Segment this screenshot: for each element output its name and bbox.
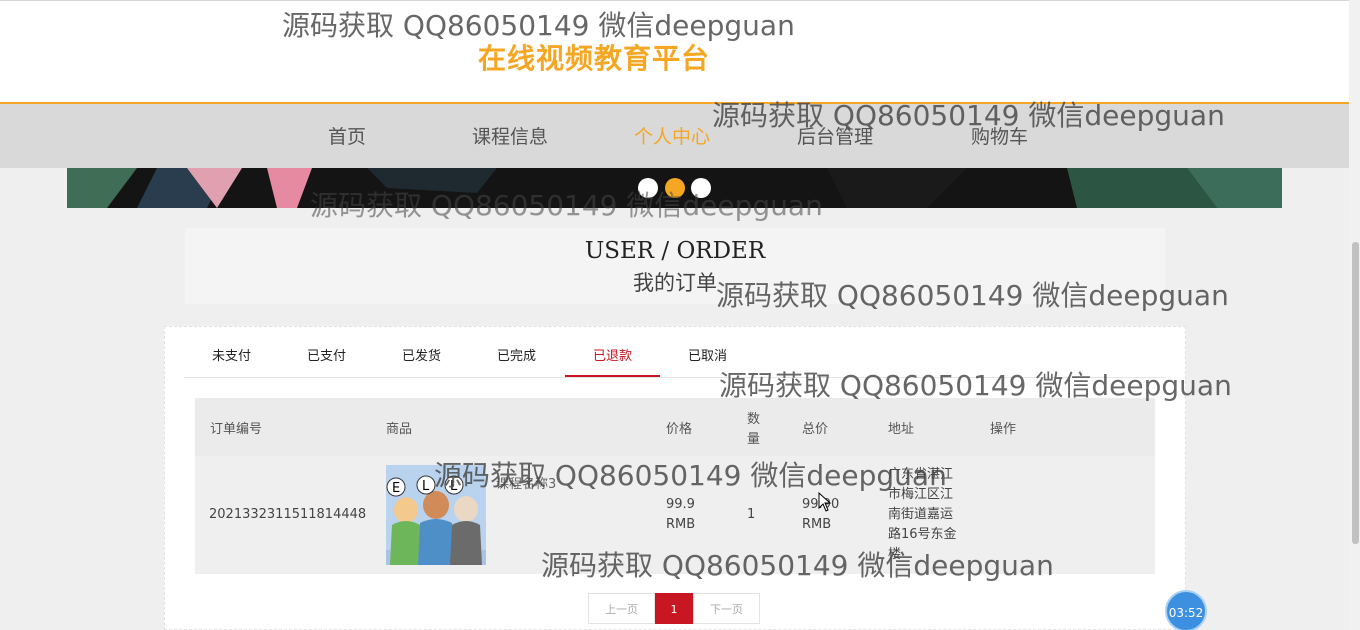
nav-item-cart[interactable]: 购物车 bbox=[971, 122, 1028, 149]
tab-paid[interactable]: 已支付 bbox=[279, 337, 374, 377]
order-number: 2021332311511814448 bbox=[209, 507, 367, 522]
header-qty-line2: 量 bbox=[747, 432, 761, 447]
header-product: 商品 bbox=[386, 422, 413, 437]
nav-item-admin[interactable]: 后台管理 bbox=[797, 122, 873, 149]
carousel-dot-1[interactable] bbox=[638, 178, 658, 198]
scrollbar-thumb[interactable] bbox=[1352, 242, 1359, 544]
banner-carousel bbox=[67, 168, 1282, 208]
next-page-button[interactable]: 下一页 bbox=[693, 593, 760, 624]
main-nav: 首页 课程信息 个人中心 后台管理 购物车 bbox=[0, 104, 1349, 168]
carousel-dot-2[interactable] bbox=[665, 178, 685, 198]
nav-item-personal-center[interactable]: 个人中心 bbox=[634, 122, 710, 149]
current-page-button[interactable]: 1 bbox=[655, 593, 693, 624]
address-line-1: 广东省湛江 bbox=[888, 467, 954, 482]
page-title-box: USER / ORDER 我的订单 bbox=[185, 228, 1165, 304]
price-value: 99.9 bbox=[666, 497, 695, 512]
address-line-4: 路16号东金 bbox=[888, 527, 957, 542]
recording-timer[interactable]: 03:52 bbox=[1165, 590, 1207, 630]
page-title-en: USER / ORDER bbox=[584, 238, 766, 264]
tab-completed[interactable]: 已完成 bbox=[469, 337, 564, 377]
table-row: 2021332311511814448 课程名称3 99.9 RMB 1 99.… bbox=[195, 456, 1155, 574]
carousel-dot-3[interactable] bbox=[691, 178, 711, 198]
thumbnail-letter-1: E bbox=[392, 481, 400, 496]
order-status-tabs: 未支付 已支付 已发货 已完成 已退款 已取消 bbox=[184, 337, 1166, 378]
address-line-3: 南街道嘉运 bbox=[888, 507, 954, 522]
nav-item-home[interactable]: 首页 bbox=[328, 122, 366, 149]
site-title: 在线视频教育平台 bbox=[478, 42, 711, 75]
thumbnail-letter-3: L bbox=[450, 479, 458, 494]
header-price: 价格 bbox=[666, 422, 693, 437]
tab-shipped[interactable]: 已发货 bbox=[374, 337, 469, 377]
site-header: 在线视频教育平台 bbox=[0, 0, 1349, 104]
tab-unpaid[interactable]: 未支付 bbox=[184, 337, 279, 377]
header-address: 地址 bbox=[888, 422, 915, 437]
price-unit: RMB bbox=[666, 517, 696, 532]
orders-table-header: 订单编号 商品 价格 数 量 总价 地址 操作 bbox=[195, 398, 1155, 456]
page-title-cn: 我的订单 bbox=[633, 271, 717, 295]
header-qty-line1: 数 bbox=[747, 412, 761, 427]
quantity: 1 bbox=[747, 507, 756, 522]
tab-refunded[interactable]: 已退款 bbox=[565, 337, 660, 377]
header-total: 总价 bbox=[802, 422, 829, 437]
total-unit: RMB bbox=[802, 517, 832, 532]
mouse-cursor-icon bbox=[818, 492, 832, 512]
address-line-2: 市梅江区江 bbox=[888, 487, 954, 502]
product-thumbnail[interactable]: E L L bbox=[386, 465, 486, 565]
address-line-5: 楼 bbox=[888, 547, 902, 562]
tab-cancelled[interactable]: 已取消 bbox=[660, 337, 755, 377]
product-name[interactable]: 课程名称3 bbox=[496, 475, 556, 495]
prev-page-button[interactable]: 上一页 bbox=[588, 593, 655, 624]
thumbnail-letter-2: L bbox=[422, 479, 430, 494]
nav-item-courses[interactable]: 课程信息 bbox=[472, 122, 548, 149]
header-action: 操作 bbox=[990, 422, 1017, 437]
header-order-no: 订单编号 bbox=[210, 422, 263, 437]
